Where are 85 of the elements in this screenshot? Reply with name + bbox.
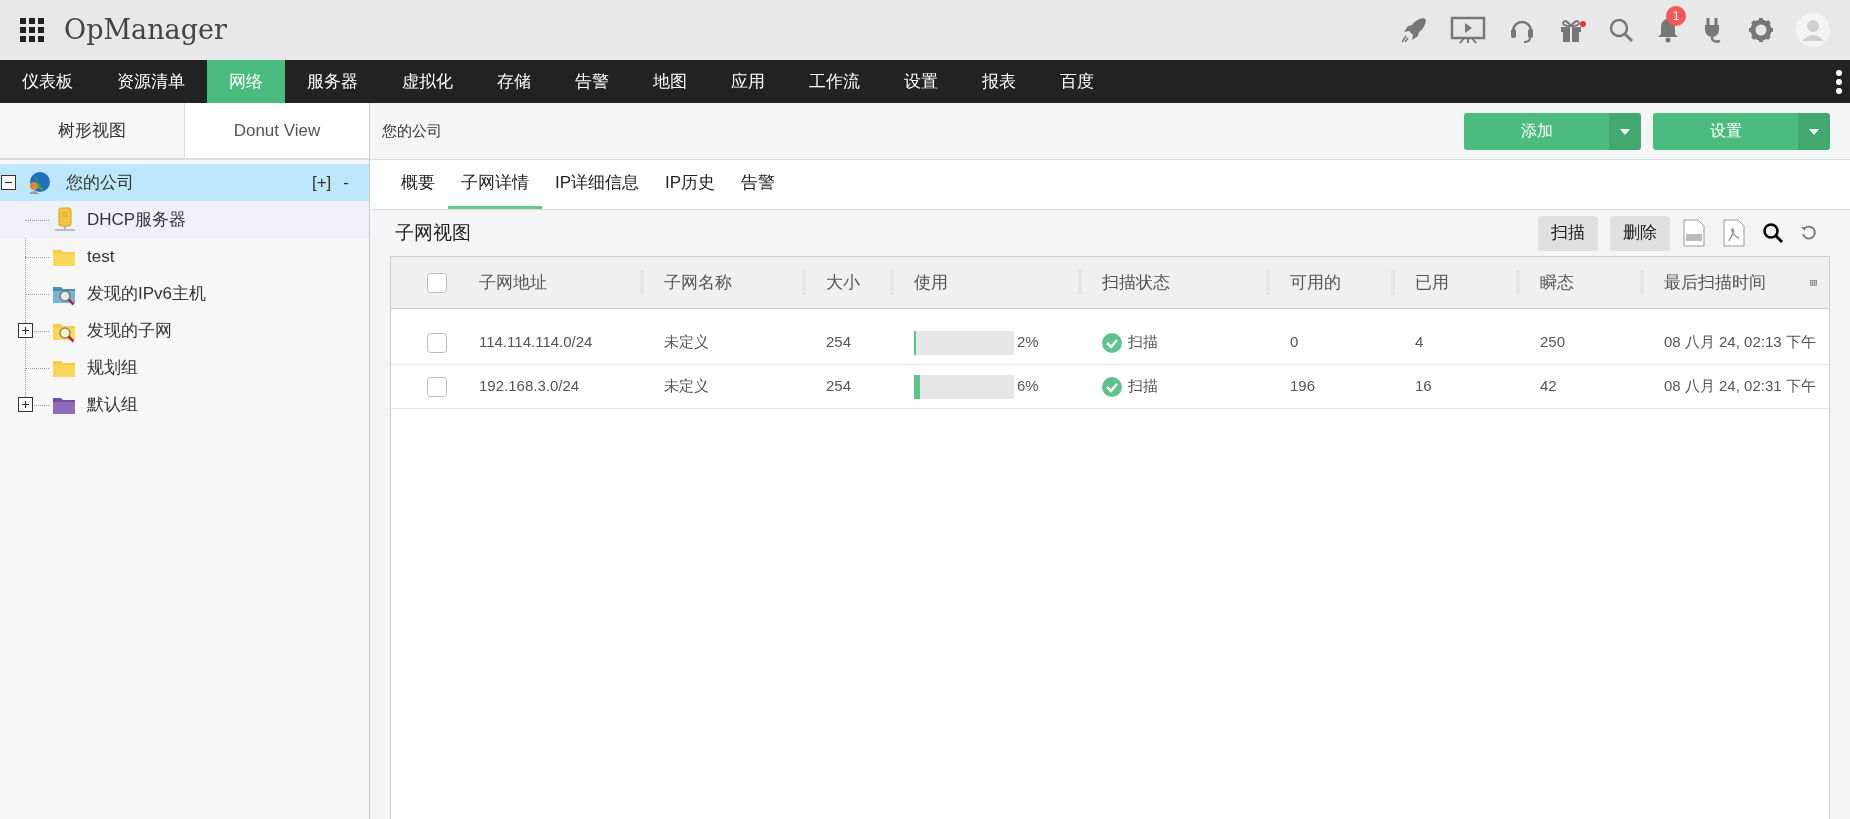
search-icon[interactable] xyxy=(1762,222,1784,244)
nav-tab[interactable]: 设置 xyxy=(882,60,960,103)
column-header[interactable]: 可用的 xyxy=(1290,269,1341,296)
column-header[interactable]: 使用 xyxy=(914,269,948,296)
tree-item[interactable]: 规划组 xyxy=(0,349,369,386)
column-header[interactable]: 瞬态 xyxy=(1540,269,1574,296)
table-cell-text: 2% xyxy=(1017,332,1039,353)
refresh-icon[interactable] xyxy=(1800,224,1818,242)
expand-toggle[interactable] xyxy=(18,397,33,412)
tree-label: DHCP服务器 xyxy=(87,208,187,231)
presentation-icon[interactable] xyxy=(1450,15,1486,45)
nav-tab[interactable]: 地图 xyxy=(631,60,709,103)
tree-item[interactable]: 发现的子网 xyxy=(0,312,369,349)
collapse-toggle[interactable] xyxy=(1,175,16,190)
content-tab[interactable]: 告警 xyxy=(728,160,789,209)
table-cell-text: 4 xyxy=(1415,332,1424,353)
more-menu-icon[interactable] xyxy=(1836,69,1842,94)
tree-item[interactable]: 默认组 xyxy=(0,386,369,423)
table-cell-text: 254 xyxy=(826,332,852,353)
app-title: OpManager xyxy=(64,12,227,47)
toolbar-button[interactable]: 扫描 xyxy=(1538,215,1598,251)
tree-item[interactable]: test xyxy=(0,238,369,275)
dropdown-caret-icon[interactable] xyxy=(1609,112,1641,150)
check-circle-icon xyxy=(1102,332,1122,353)
select-all-checkbox[interactable] xyxy=(427,272,447,293)
table-cell-text: 08 八月 24, 02:13 下午 xyxy=(1664,332,1816,353)
tree-label: 发现的IPv6主机 xyxy=(87,282,207,305)
view-tab[interactable]: Donut View xyxy=(184,103,369,158)
tree-label: test xyxy=(87,245,115,268)
table-cell-text: 未定义 xyxy=(664,376,709,397)
table-cell-text: 08 八月 24, 02:31 下午 xyxy=(1664,376,1816,397)
pdf-file-icon[interactable] xyxy=(1722,219,1746,247)
table-cell-text: 42 xyxy=(1540,376,1557,397)
nav-tab[interactable]: 告警 xyxy=(553,60,631,103)
table-cell-text: 114.114.114.0/24 xyxy=(479,332,593,353)
table-cell-text: 未定义 xyxy=(664,332,709,353)
row-checkbox[interactable] xyxy=(427,332,447,353)
section-title: 子网视图 xyxy=(395,220,471,245)
table-cell-text: 扫描 xyxy=(1128,332,1158,353)
settings-icon[interactable] xyxy=(1748,17,1774,43)
content-tab[interactable]: 概要 xyxy=(388,160,448,209)
table-cell-text: 250 xyxy=(1540,332,1566,353)
toolbar-button[interactable]: 删除 xyxy=(1610,215,1670,251)
tree-label: 您的公司 xyxy=(66,171,134,194)
tree-item[interactable]: DHCP服务器 xyxy=(0,201,369,238)
tree-action[interactable]: - xyxy=(343,169,349,196)
nav-tab[interactable]: 虚拟化 xyxy=(380,60,475,103)
breadcrumb[interactable]: 您的公司 xyxy=(382,119,442,143)
tree-label: 规划组 xyxy=(87,356,138,379)
content-tab[interactable]: IP历史 xyxy=(652,160,729,209)
column-header[interactable]: 已用 xyxy=(1415,269,1449,296)
nav-tab[interactable]: 应用 xyxy=(709,60,787,103)
csv-file-icon[interactable] xyxy=(1682,219,1706,247)
table-cell-text: 192.168.3.0/24 xyxy=(479,376,580,397)
row-checkbox[interactable] xyxy=(427,376,447,397)
table-cell-text: 扫描 xyxy=(1128,376,1158,397)
nav-tab[interactable]: 百度 xyxy=(1038,60,1116,103)
rocket-icon[interactable] xyxy=(1400,16,1428,44)
check-circle-icon xyxy=(1102,376,1122,397)
column-header[interactable]: 大小 xyxy=(826,269,860,296)
content-tab[interactable]: IP详细信息 xyxy=(542,160,653,209)
tree-action[interactable]: [+] xyxy=(311,169,332,196)
tree-item[interactable]: 您的公司 [+] - xyxy=(0,164,369,201)
apps-menu-icon[interactable] xyxy=(20,18,44,42)
expand-toggle[interactable] xyxy=(18,323,33,338)
notification-count-badge: 1 xyxy=(1666,6,1686,26)
nav-tab[interactable]: 工作流 xyxy=(787,60,882,103)
nav-tab[interactable]: 资源清单 xyxy=(95,60,207,103)
tree-item[interactable]: 发现的IPv6主机 xyxy=(0,275,369,312)
column-header[interactable]: 扫描状态 xyxy=(1102,269,1170,296)
table-cell-text: 254 xyxy=(826,376,852,397)
column-header[interactable]: 子网名称 xyxy=(664,269,732,296)
nav-tab[interactable]: 服务器 xyxy=(285,60,380,103)
nav-tab[interactable]: 报表 xyxy=(960,60,1038,103)
tree-label: 默认组 xyxy=(87,393,138,416)
table-cell-text: 6% xyxy=(1017,376,1039,397)
nav-tab[interactable]: 存储 xyxy=(475,60,553,103)
column-header[interactable]: 最后扫描时间 xyxy=(1664,269,1766,296)
tree-label: 发现的子网 xyxy=(87,319,172,342)
nav-tab[interactable]: 仪表板 xyxy=(0,60,95,103)
table-cell-text: 16 xyxy=(1415,376,1432,397)
table-cell-text: 0 xyxy=(1290,332,1299,353)
dropdown-caret-icon[interactable] xyxy=(1798,112,1830,150)
column-header[interactable]: 子网地址 xyxy=(479,269,547,296)
table-cell-text: 196 xyxy=(1290,376,1316,397)
